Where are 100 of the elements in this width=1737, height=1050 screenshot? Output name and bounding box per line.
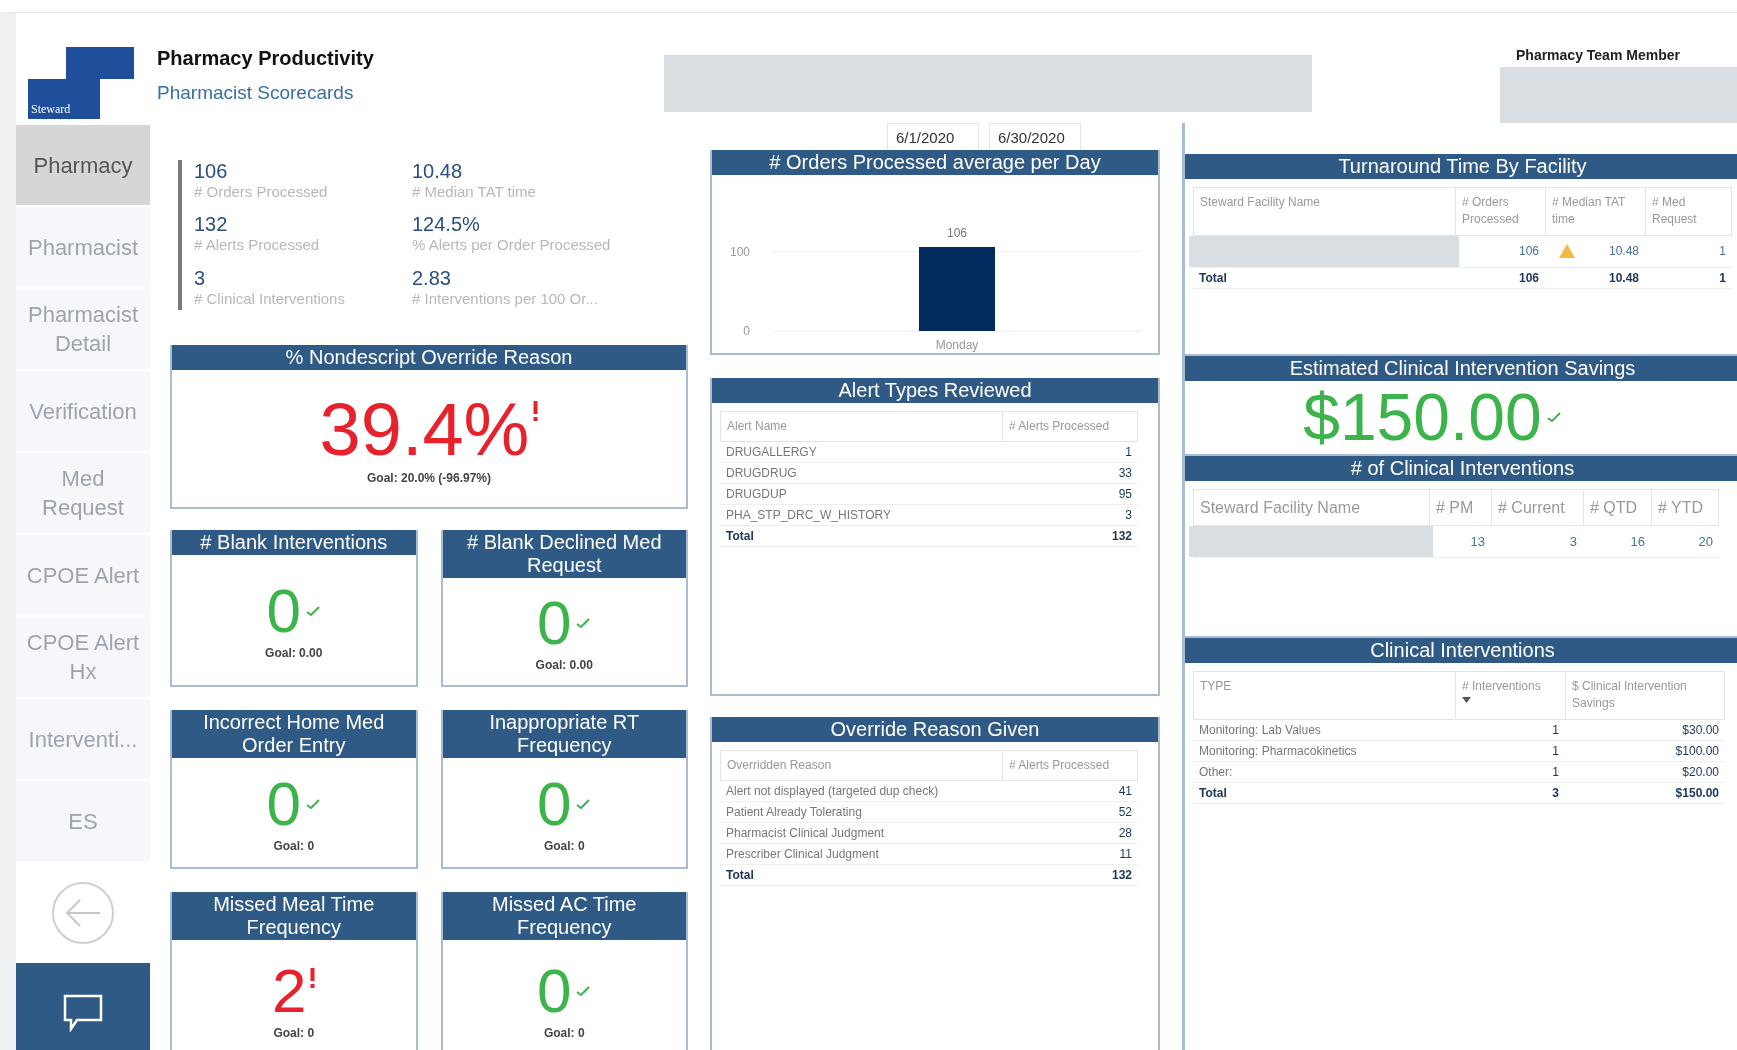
check-icon [305,797,321,810]
table-cell: Prescriber Clinical Judgment [720,844,1002,866]
sidebar-tab[interactable]: Pharmacist Detail [16,289,150,371]
column-header[interactable]: # Median TAT time [1545,187,1645,236]
kpi-value: 0 [537,591,572,654]
table-cell: DRUGDUP [720,484,1002,506]
column-header[interactable]: # QTD [1583,489,1651,527]
column-header[interactable]: TYPE [1193,671,1455,720]
goal-text: Goal: 20.0% (-96.97%) [366,470,492,485]
card-title: Estimated Clinical Intervention Savings [1185,356,1737,381]
card-title: Incorrect Home Med Order Entry [172,710,416,758]
table-cell: 132 [1002,865,1138,887]
kpi-value: 39.4% [319,392,530,467]
kpi-value: 0 [266,580,301,642]
sidebar-tab[interactable]: CPOE Alert [16,535,150,617]
sidebar-tab[interactable]: Med Request [16,453,150,535]
table-cell: $30.00 [1565,719,1725,741]
column-header[interactable]: # Interventions [1455,671,1565,720]
metric-value: 106 [194,160,229,183]
table-cell: 1 [1455,740,1565,762]
column-header[interactable]: # Med Request [1645,187,1732,236]
column-header[interactable]: # PM [1429,489,1491,527]
card-title: # Orders Processed average per Day [712,150,1158,175]
goal-text: Goal: 0.00 [535,657,593,672]
table-cell: $20.00 [1565,761,1725,783]
table-cell: DRUGALLERGY [720,442,1002,464]
table-cell: Pharmacist Clinical Judgment [720,823,1002,845]
axis-tick-label: 100 [729,244,750,259]
column-header[interactable]: Alert Name [720,411,1002,443]
table-cell: 33 [1002,463,1138,485]
table-cell: 3 [1491,526,1583,559]
kpi-value: 0 [537,960,572,1022]
check-icon [575,616,592,629]
table-cell: 1 [1645,235,1732,268]
column-header[interactable]: $ Clinical Intervention Savings [1565,671,1725,720]
axis-category-label: Monday [935,338,979,352]
card-title: # of Clinical Interventions [1185,456,1737,481]
alert-icon [310,968,316,988]
metric-value: 10.48 [412,160,464,183]
column-header[interactable]: Overridden Reason [720,750,1002,782]
metric-label: # Clinical Interventions [194,289,346,307]
table-cell: Total [720,865,1002,887]
card-title: Turnaround Time By Facility [1185,154,1737,179]
goal-text: Goal: 0 [543,1026,585,1040]
table-cell: 1 [1645,267,1732,289]
comment-button[interactable] [16,963,150,1050]
table-cell: 13 [1429,526,1491,559]
table-cell: $150.00 [1565,782,1725,804]
kpi-value: 0 [266,772,301,835]
axis-tick-label: 0 [743,324,750,338]
metric-label: # Alerts Processed [194,236,321,254]
card-title: Override Reason Given [712,717,1158,742]
sidebar-tab[interactable]: Interventi... [16,699,150,781]
sidebar-tab[interactable]: CPOE Alert Hx [16,617,150,699]
check-icon [305,605,321,617]
table-cell: 1 [1455,761,1565,783]
sidebar-tab[interactable]: ES [16,781,150,863]
data-label: 106 [947,226,967,240]
column-header[interactable]: # Orders Processed [1455,187,1545,236]
table-cell: DRUGDRUG [720,463,1002,485]
table-cell: 52 [1002,802,1138,824]
table-cell: 1 [1002,442,1138,464]
table-cell: 10.48 [1545,235,1645,268]
sidebar-tab[interactable]: Verification [16,371,150,453]
kpi-value: 0 [537,772,572,835]
table-cell: PHA_STP_DRC_W_HISTORY [720,505,1002,527]
metric-value: 2.83 [412,266,452,290]
column-header[interactable]: # Current [1491,489,1583,527]
logo-drawing: Steward [28,47,134,119]
check-icon [1545,411,1562,423]
table-cell: 106 [1455,235,1545,268]
sidebar-tab[interactable]: Pharmacist [16,207,150,289]
table-cell: 3 [1455,782,1565,804]
sidebar-tab[interactable]: Pharmacy [16,125,150,207]
table-cell: 95 [1002,484,1138,506]
check-icon [575,985,592,997]
table-cell: Total [1193,267,1455,289]
table-cell: Alert not displayed (targeted dup check) [720,781,1002,803]
table-cell: 16 [1583,526,1651,559]
table-cell: Total [720,526,1002,548]
bar[interactable] [919,247,995,331]
goal-text: Goal: 0.00 [265,646,323,660]
card-title: Missed AC Time Frequency [442,892,686,940]
table-cell: 10.48 [1545,267,1645,289]
metric-label: % Alerts per Order Processed [412,236,612,254]
table-cell: 11 [1002,844,1138,866]
alert-icon [533,400,539,421]
column-header[interactable]: Steward Facility Name [1193,489,1429,527]
metric-value: 3 [194,266,207,290]
column-header[interactable]: # Alerts Processed [1002,750,1138,782]
column-header[interactable]: Steward Facility Name [1193,187,1455,236]
card-title: Alert Types Reviewed [712,378,1158,403]
column-header[interactable]: # YTD [1651,489,1719,527]
goal-text: Goal: 0 [543,838,585,853]
warning-triangle-icon [1559,244,1575,259]
card-title: # Blank Declined Med Request [442,530,686,578]
card-title: Missed Meal Time Frequency [172,892,416,940]
metric-label: # Orders Processed [194,183,329,200]
column-header[interactable]: # Alerts Processed [1002,411,1138,443]
goal-text: Goal: 0 [273,1026,315,1040]
